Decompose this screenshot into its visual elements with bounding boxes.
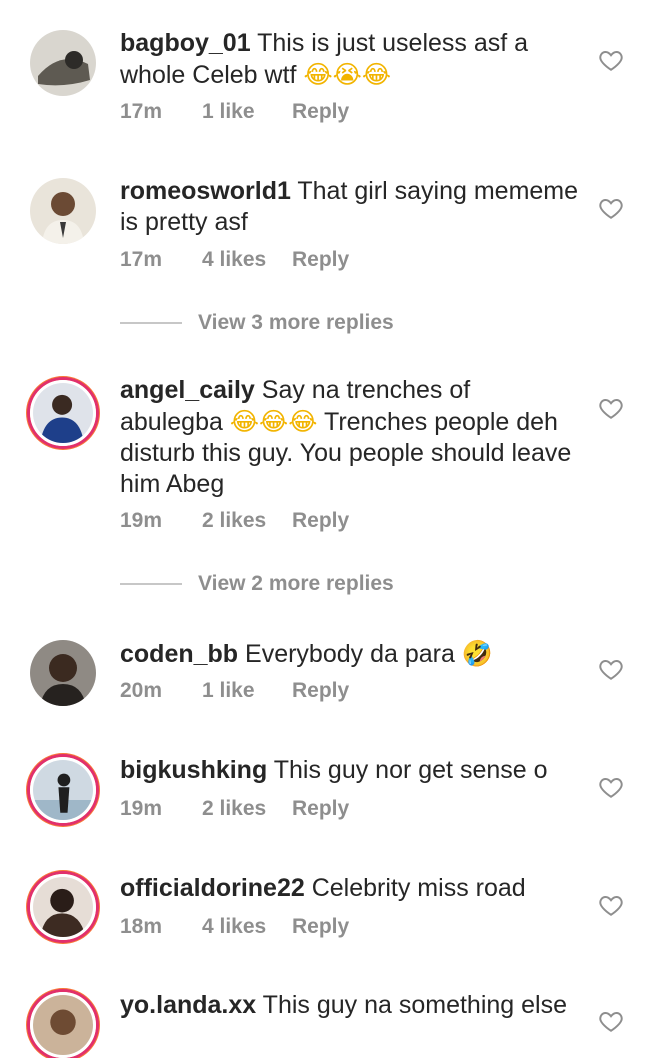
reply-button[interactable]: Reply (292, 248, 349, 272)
comment-username[interactable]: yo.landa.xx (120, 991, 256, 1019)
comment-emoji: 🤣 (461, 639, 493, 668)
avatar[interactable] (30, 874, 96, 940)
comment-username[interactable]: officialdorine22 (120, 874, 305, 902)
comment-likes[interactable]: 1 like (202, 100, 292, 124)
comment-likes[interactable]: 1 like (202, 679, 292, 703)
heart-icon[interactable] (598, 47, 624, 73)
comment-text: bagboy_01 This is just useless asf a who… (120, 28, 580, 91)
comment-username[interactable]: bagboy_01 (120, 29, 251, 57)
comment-time: 20m (120, 679, 163, 702)
comment-username[interactable]: romeosworld1 (120, 177, 291, 205)
heart-icon[interactable] (598, 395, 624, 421)
comment-time: 19m (120, 509, 163, 532)
reply-button[interactable]: Reply (292, 509, 349, 533)
comment-likes[interactable]: 2 likes (202, 509, 292, 533)
view-more-replies-button[interactable]: View 2 more replies (120, 572, 394, 596)
comment-text: yo.landa.xx This guy na something else (120, 990, 580, 1021)
comment-body: Everybody da para (245, 640, 455, 668)
reply-button[interactable]: Reply (292, 915, 349, 939)
comment-username[interactable]: angel_caily (120, 376, 255, 404)
comment-meta: 17m 1 like Reply (120, 100, 349, 124)
comment-emoji: 😂😭😂 (303, 60, 392, 89)
comment-text: coden_bb Everybody da para 🤣 (120, 638, 580, 670)
avatar[interactable] (30, 30, 96, 96)
reply-button[interactable]: Reply (292, 100, 349, 124)
comment-username[interactable]: bigkushking (120, 756, 267, 784)
comment-meta: 19m 2 likes Reply (120, 509, 349, 533)
heart-icon[interactable] (598, 195, 624, 221)
avatar[interactable] (30, 640, 96, 706)
divider-line (120, 322, 182, 324)
comment-body: This guy nor get sense o (273, 756, 548, 784)
comment-time: 19m (120, 797, 163, 820)
comment-likes[interactable]: 4 likes (202, 915, 292, 939)
comment-text: angel_caily Say na trenches of abulegba … (120, 375, 580, 500)
reply-button[interactable]: Reply (292, 679, 349, 703)
comment-likes[interactable]: 4 likes (202, 248, 292, 272)
reply-button[interactable]: Reply (292, 797, 349, 821)
heart-icon[interactable] (598, 892, 624, 918)
view-more-replies-label[interactable]: View 3 more replies (198, 311, 394, 335)
comment-time: 18m (120, 915, 163, 938)
divider-line (120, 583, 182, 585)
comment-likes[interactable]: 2 likes (202, 797, 292, 821)
comment-time: 17m (120, 248, 163, 271)
comment-time: 17m (120, 100, 163, 123)
comment-text: bigkushking This guy nor get sense o (120, 755, 580, 786)
avatar[interactable] (30, 380, 96, 446)
view-more-replies-button[interactable]: View 3 more replies (120, 311, 394, 335)
comment-body: Celebrity miss road (311, 874, 526, 902)
comment-text: romeosworld1 That girl saying mememe is … (120, 176, 580, 238)
avatar[interactable] (30, 178, 96, 244)
comment-username[interactable]: coden_bb (120, 640, 238, 668)
comment-meta: 17m 4 likes Reply (120, 248, 349, 272)
comment-meta: 20m 1 like Reply (120, 679, 349, 703)
comment-meta: 19m 2 likes Reply (120, 797, 349, 821)
comment-text: officialdorine22 Celebrity miss road (120, 873, 580, 904)
avatar[interactable] (30, 757, 96, 823)
avatar[interactable] (30, 992, 96, 1058)
comment-emoji: 😂😂😂 (229, 407, 318, 436)
heart-icon[interactable] (598, 1008, 624, 1034)
comment-meta: 18m 4 likes Reply (120, 915, 349, 939)
comment-body: This guy na something else (262, 991, 568, 1019)
view-more-replies-label[interactable]: View 2 more replies (198, 572, 394, 596)
heart-icon[interactable] (598, 656, 624, 682)
heart-icon[interactable] (598, 774, 624, 800)
